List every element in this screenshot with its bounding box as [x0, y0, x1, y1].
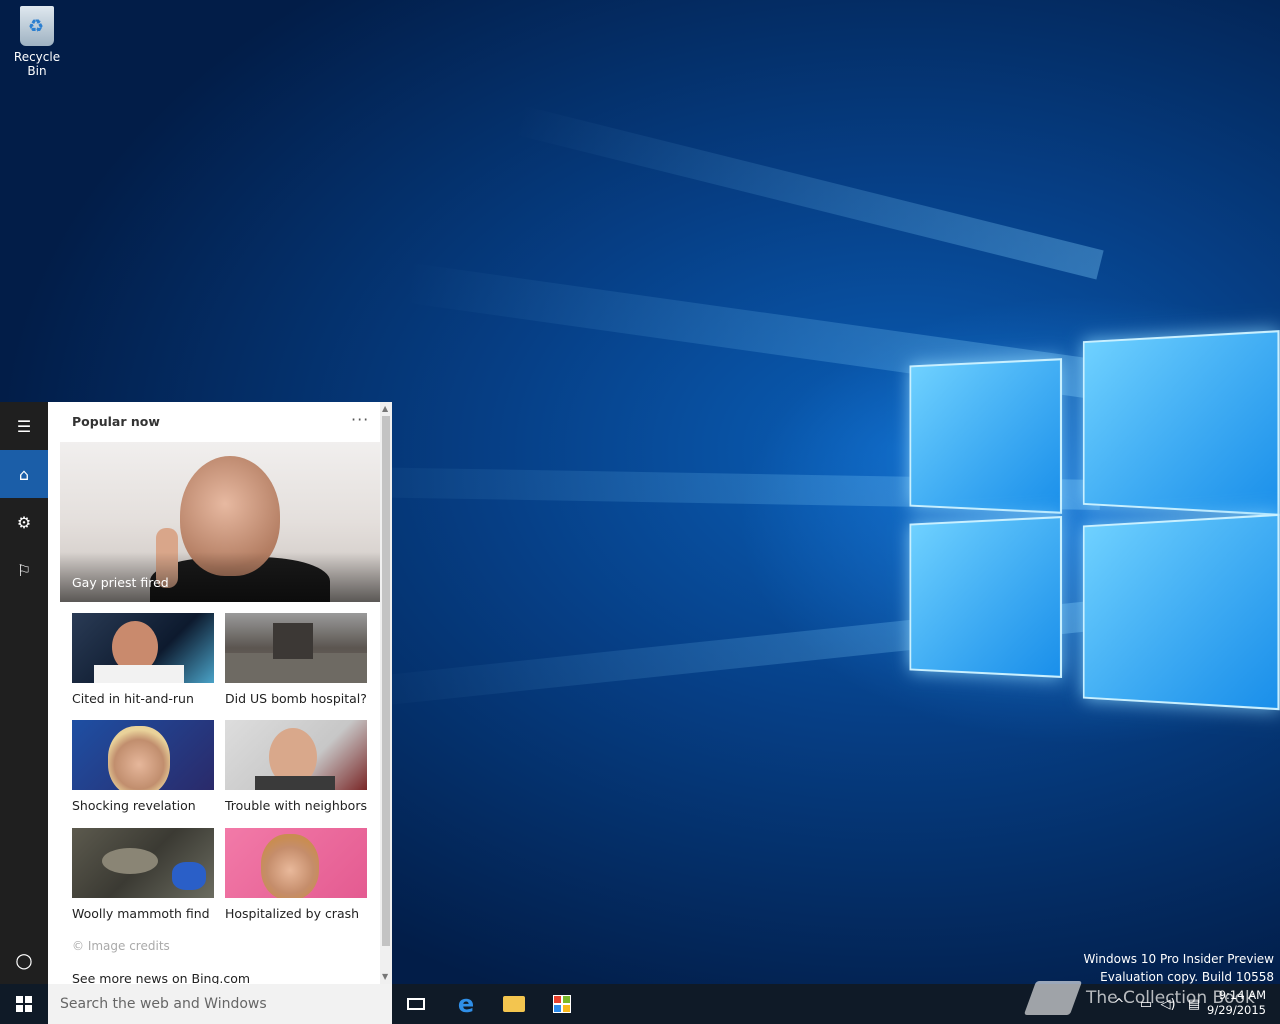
watermark-line-1: Windows 10 Pro Insider Preview: [1083, 950, 1274, 968]
windows-logo-pane-3: [910, 516, 1063, 678]
news-tile[interactable]: Cited in hit-and-run: [72, 613, 214, 706]
edge-browser-button[interactable]: e: [450, 988, 482, 1020]
see-more-news-link[interactable]: See more news on Bing.com: [72, 971, 250, 984]
panel-scrollbar[interactable]: ▲ ▼: [380, 402, 392, 984]
windows-logo-pane-1: [910, 358, 1063, 514]
news-thumbnail: [72, 828, 214, 898]
more-options-button[interactable]: ···: [351, 410, 369, 429]
clock[interactable]: 9:14 AM 9/29/2015: [1207, 988, 1266, 1018]
network-button[interactable]: ▭: [1136, 984, 1156, 1024]
cortana-circle-icon: ○: [15, 948, 32, 972]
task-view-icon: [407, 998, 425, 1010]
news-tile[interactable]: Woolly mammoth find: [72, 828, 214, 921]
news-caption: Hospitalized by crash: [225, 906, 367, 921]
recycle-bin-shortcut[interactable]: Recycle Bin: [4, 6, 70, 78]
news-caption: Cited in hit-and-run: [72, 691, 214, 706]
news-thumbnail: [72, 613, 214, 683]
news-caption: Shocking revelation: [72, 798, 214, 813]
windows-logo-pane-4: [1083, 514, 1280, 711]
cortana-rail: ☰ ⌂ ⚙ ⚐ ○: [0, 402, 48, 984]
hamburger-menu-button[interactable]: ☰: [0, 402, 48, 450]
news-thumbnail: [225, 720, 367, 790]
hero-news-card[interactable]: Gay priest fired: [60, 442, 380, 602]
taskbar: Search the web and Windows e The Collect…: [0, 984, 1280, 1024]
start-button[interactable]: [0, 984, 48, 1024]
news-tile[interactable]: Shocking revelation: [72, 720, 214, 813]
hamburger-icon: ☰: [17, 417, 31, 436]
scroll-down-icon[interactable]: ▼: [382, 972, 388, 981]
scrollbar-thumb[interactable]: [382, 416, 390, 946]
news-caption: Trouble with neighbors: [225, 798, 367, 813]
store-icon: [553, 995, 571, 1013]
image-credits-link[interactable]: © Image credits: [72, 939, 170, 953]
edge-icon: e: [458, 990, 474, 1018]
search-input[interactable]: Search the web and Windows: [48, 984, 392, 1024]
show-hidden-icons-button[interactable]: ^: [1110, 984, 1128, 1024]
news-caption: Woolly mammoth find: [72, 906, 214, 921]
news-caption: Did US bomb hospital?: [225, 691, 367, 706]
news-tile[interactable]: Trouble with neighbors: [225, 720, 367, 813]
home-icon: ⌂: [19, 465, 29, 484]
news-thumbnail: [225, 613, 367, 683]
store-button[interactable]: [546, 988, 578, 1020]
recycle-bin-label: Recycle Bin: [14, 50, 60, 78]
windows-start-icon: [16, 996, 32, 1012]
news-thumbnail: [72, 720, 214, 790]
hero-caption: Gay priest fired: [72, 575, 169, 590]
recycle-bin-icon: [20, 6, 54, 46]
cortana-news-panel: Popular now ··· Gay priest fired Cited i…: [48, 402, 392, 984]
windows-logo-pane-2: [1083, 330, 1280, 516]
cortana-button[interactable]: ○: [0, 936, 48, 984]
settings-button[interactable]: ⚙: [0, 498, 48, 546]
action-center-button[interactable]: ▤: [1184, 984, 1204, 1024]
task-view-button[interactable]: [400, 988, 432, 1020]
news-thumbnail: [225, 828, 367, 898]
book-icon: [1024, 981, 1082, 1015]
settings-icon: ⚙: [17, 513, 31, 532]
network-icon: ▭: [1140, 997, 1152, 1012]
feedback-button[interactable]: ⚐: [0, 546, 48, 594]
feedback-icon: ⚐: [17, 561, 31, 580]
clock-date: 9/29/2015: [1207, 1003, 1266, 1018]
news-tile[interactable]: Did US bomb hospital?: [225, 613, 367, 706]
speaker-icon: ◁): [1160, 997, 1175, 1012]
chevron-up-icon: ^: [1114, 997, 1125, 1012]
notification-icon: ▤: [1188, 997, 1200, 1012]
clock-time: 9:14 AM: [1207, 988, 1266, 1003]
file-explorer-button[interactable]: [498, 988, 530, 1020]
panel-title: Popular now: [72, 414, 160, 429]
folder-icon: [503, 996, 525, 1012]
volume-button[interactable]: ◁): [1158, 984, 1178, 1024]
news-tile[interactable]: Hospitalized by crash: [225, 828, 367, 921]
scroll-up-icon[interactable]: ▲: [382, 404, 388, 413]
home-button[interactable]: ⌂: [0, 450, 48, 498]
